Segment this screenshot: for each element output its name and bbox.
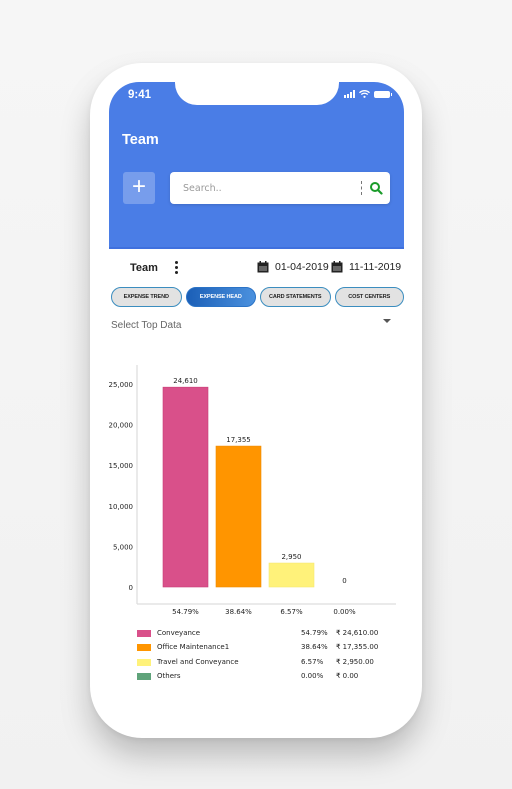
bar-value-label: 17,355 xyxy=(226,436,251,444)
select-top-data-label: Select Top Data xyxy=(111,320,182,331)
y-tick-label: 0 xyxy=(129,584,133,592)
y-tick-label: 15,000 xyxy=(109,462,133,470)
search-divider xyxy=(361,181,362,195)
bar-value-label: 24,610 xyxy=(173,377,198,385)
tab-expense-head[interactable]: Expense Head xyxy=(185,287,256,307)
legend-swatch xyxy=(137,658,151,666)
legend-name: Conveyance xyxy=(157,629,201,637)
legend-item: Conveyance 54.79% ₹ 24,610.00 xyxy=(137,627,397,641)
battery-icon xyxy=(374,90,392,98)
legend-percent: 0.00% xyxy=(301,671,324,680)
legend-swatch xyxy=(137,644,151,652)
legend-amount: ₹ 2,950.00 xyxy=(336,657,374,666)
legend-swatch xyxy=(137,630,151,637)
legend-percent: 6.57% xyxy=(301,657,324,666)
legend-swatch xyxy=(137,672,151,680)
legend-percent: 54.79% xyxy=(301,629,328,637)
date-from-picker[interactable]: 01-04-2019 xyxy=(257,261,329,273)
legend-name: Others xyxy=(157,671,181,680)
legend-percent: 38.64% xyxy=(301,643,328,652)
bar xyxy=(268,562,315,588)
chart-legend: Conveyance 54.79% ₹ 24,610.00 Office Mainte… xyxy=(137,627,397,684)
app-header: 9:41 Team + xyxy=(109,82,404,249)
legend-amount: ₹ 0.00 xyxy=(336,671,359,680)
y-tick-label: 10,000 xyxy=(109,503,133,511)
legend-amount: ₹ 17,355.00 xyxy=(336,643,379,652)
bar-percent-label: 0.00% xyxy=(333,608,356,616)
team-selector[interactable]: Team xyxy=(130,262,158,274)
select-top-data-dropdown[interactable]: Select Top Data xyxy=(111,315,391,331)
notch xyxy=(175,82,339,105)
legend-item: Travel and Conveyance 6.57% ₹ 2,950.00 xyxy=(137,656,397,670)
status-time: 9:41 xyxy=(128,89,152,101)
y-tick-label: 20,000 xyxy=(109,422,133,430)
date-from-value: 01-04-2019 xyxy=(275,261,329,273)
bar-value-label: 0 xyxy=(342,577,346,585)
y-tick-label: 5,000 xyxy=(113,543,133,551)
search-icon[interactable] xyxy=(369,181,383,195)
chevron-down-icon xyxy=(383,319,391,323)
add-button[interactable]: + xyxy=(123,172,155,204)
report-tabs: Expense Trend Expense Head Card Statemen… xyxy=(111,287,404,307)
legend-item: Others 0.00% ₹ 0.00 xyxy=(137,670,397,684)
page-title: Team xyxy=(122,132,159,148)
bar-value-label: 2,950 xyxy=(281,553,301,561)
calendar-icon xyxy=(257,261,269,273)
signal-icon xyxy=(344,90,355,98)
expense-bar-chart: 0 5,000 10,000 15,000 20,000 25,000 24,610 54.7… xyxy=(109,365,396,616)
search-input[interactable] xyxy=(183,172,353,204)
bar xyxy=(162,386,209,588)
legend-item: Office Maintenance1 38.64% ₹ 17,355.00 xyxy=(137,641,397,655)
legend-amount: ₹ 24,610.00 xyxy=(336,629,379,637)
tab-card-statements[interactable]: Card Statements xyxy=(260,287,331,307)
more-options-icon[interactable] xyxy=(172,261,180,275)
wifi-icon xyxy=(359,90,370,98)
date-to-value: 11-11-2019 xyxy=(349,261,402,273)
bar xyxy=(215,445,262,588)
tab-expense-trend[interactable]: Expense Trend xyxy=(111,287,182,307)
tab-cost-centers[interactable]: Cost Centers xyxy=(334,287,404,307)
bar-percent-label: 6.57% xyxy=(280,608,303,616)
status-icons xyxy=(344,90,392,98)
bar-percent-label: 38.64% xyxy=(225,608,252,616)
calendar-icon xyxy=(331,261,343,273)
date-to-picker[interactable]: 11-11-2019 xyxy=(331,261,401,273)
y-tick-label: 25,000 xyxy=(109,381,133,389)
filter-toolbar: Team 01-04-2019 11-11-2019 xyxy=(109,257,404,281)
app-screen: 9:41 Team + Team xyxy=(109,82,404,722)
search-bar xyxy=(170,172,390,204)
legend-name: Travel and Conveyance xyxy=(157,657,239,666)
legend-name: Office Maintenance1 xyxy=(157,643,230,652)
bar-percent-label: 54.79% xyxy=(172,608,199,616)
